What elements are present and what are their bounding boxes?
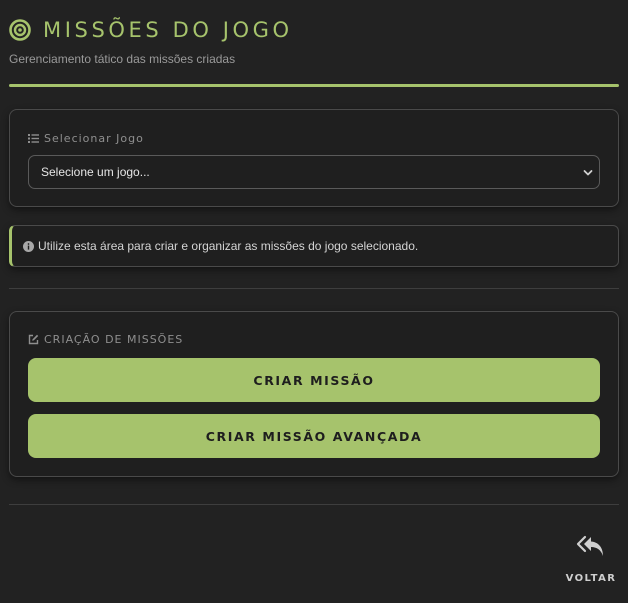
create-mission-button[interactable]: CRIAR MISSÃO xyxy=(28,358,600,402)
info-alert: Utilize esta área para criar e organizar… xyxy=(9,225,619,267)
chevron-down-icon xyxy=(583,170,593,176)
info-circle-icon xyxy=(23,240,34,252)
section-divider xyxy=(9,288,619,289)
game-select-label: Selecionar Jogo xyxy=(28,132,144,145)
page-subtitle: Gerenciamento tático das missões criadas xyxy=(9,52,236,66)
game-select-value: Selecione um jogo... xyxy=(41,165,150,179)
mission-creation-card: CRIAÇÃO DE MISSÕES CRIAR MISSÃO CRIAR MI… xyxy=(9,311,619,477)
back-button[interactable]: VOLTAR xyxy=(562,532,620,592)
creation-label: CRIAÇÃO DE MISSÕES xyxy=(28,333,183,346)
target-icon xyxy=(9,19,31,41)
reply-all-icon xyxy=(576,535,603,556)
footer-divider xyxy=(9,504,619,505)
header-accent-line xyxy=(9,84,619,87)
missions-page: MISSÕES DO JOGO Gerenciamento tático das… xyxy=(0,0,628,603)
page-title: MISSÕES DO JOGO xyxy=(43,18,293,42)
create-advanced-mission-button[interactable]: CRIAR MISSÃO AVANÇADA xyxy=(28,414,600,458)
title-row: MISSÕES DO JOGO xyxy=(9,17,619,43)
game-select-label-text: Selecionar Jogo xyxy=(44,132,144,145)
game-select-dropdown[interactable]: Selecione um jogo... xyxy=(28,155,600,189)
edit-icon xyxy=(28,334,39,345)
game-select-card: Selecionar Jogo Selecione um jogo... xyxy=(9,109,619,207)
info-text: Utilize esta área para criar e organizar… xyxy=(38,239,419,253)
page-header: MISSÕES DO JOGO Gerenciamento tático das… xyxy=(9,17,619,66)
back-label: VOLTAR xyxy=(565,573,617,584)
list-icon xyxy=(28,134,39,143)
creation-label-text: CRIAÇÃO DE MISSÕES xyxy=(44,333,184,346)
